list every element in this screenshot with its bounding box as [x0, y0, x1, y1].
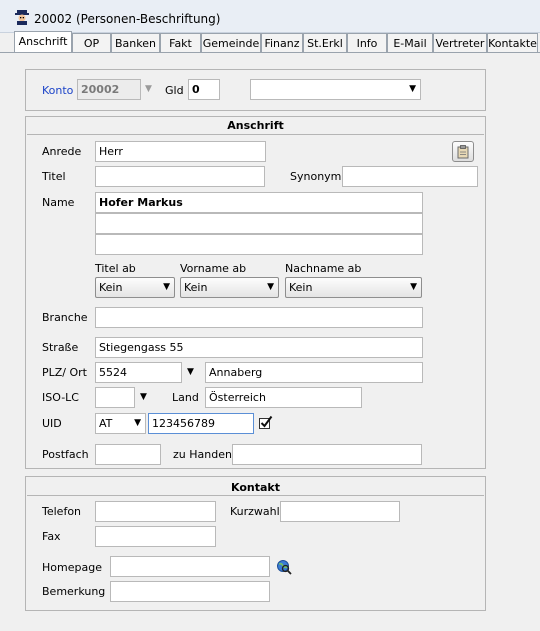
- tab-op[interactable]: OP: [72, 33, 111, 52]
- land-field[interactable]: Österreich: [205, 387, 362, 408]
- telefon-label: Telefon: [42, 505, 82, 518]
- fax-label: Fax: [42, 530, 61, 543]
- tab-fakt[interactable]: Fakt: [160, 33, 201, 52]
- iso-dropdown-icon[interactable]: ▼: [140, 392, 147, 402]
- anrede-label: Anrede: [42, 145, 82, 158]
- nachname-ab-label: Nachname ab: [285, 262, 362, 275]
- uid-label: UID: [42, 417, 62, 430]
- uid-field[interactable]: 123456789: [148, 413, 254, 434]
- name3-field[interactable]: [95, 234, 423, 255]
- vorname-ab-value: Kein: [184, 281, 208, 294]
- titel-label: Titel: [42, 170, 66, 183]
- name2-field[interactable]: [95, 213, 423, 234]
- synonym-field[interactable]: [342, 166, 478, 187]
- kurzwahl-label: Kurzwahl: [230, 505, 280, 518]
- konto-dropdown-icon[interactable]: ▼: [145, 84, 152, 94]
- branche-field[interactable]: [95, 307, 423, 328]
- land-label: Land: [172, 391, 199, 404]
- iso-lc-field[interactable]: [95, 387, 135, 408]
- zu-handen-label: zu Handen: [173, 448, 232, 461]
- tab-info[interactable]: Info: [347, 33, 387, 52]
- postfach-label: Postfach: [42, 448, 89, 461]
- synonym-label: Synonym: [290, 170, 342, 183]
- ort-field[interactable]: Annaberg: [205, 362, 423, 383]
- name-label: Name: [42, 196, 75, 209]
- app-person-icon: [15, 10, 29, 25]
- postfach-field[interactable]: [95, 444, 161, 465]
- plz-ort-label: PLZ/ Ort: [42, 366, 87, 379]
- tab-banken[interactable]: Banken: [111, 33, 160, 52]
- vorname-ab-select[interactable]: Kein ▼: [180, 277, 279, 298]
- tab-gemeinde[interactable]: Gemeinde: [201, 33, 261, 52]
- bemerkung-field[interactable]: [110, 581, 270, 602]
- homepage-label: Homepage: [42, 561, 102, 574]
- globe-search-icon[interactable]: [276, 559, 292, 575]
- uid-country-select[interactable]: AT ▼: [95, 413, 146, 434]
- anschrift-title: Anschrift: [227, 119, 284, 132]
- uid-check-icon[interactable]: [258, 415, 273, 430]
- bemerkung-label: Bemerkung: [42, 585, 106, 598]
- kurzwahl-field[interactable]: [280, 501, 400, 522]
- chevron-down-icon: ▼: [410, 282, 417, 292]
- uid-country-value: AT: [99, 417, 113, 430]
- anschrift-divider: [27, 134, 484, 135]
- window-title: 20002 (Personen-Beschriftung): [34, 12, 221, 26]
- chevron-down-icon: ▼: [163, 282, 170, 292]
- fax-field[interactable]: [95, 526, 216, 547]
- name1-field[interactable]: Hofer Markus: [95, 192, 423, 213]
- tab-finanz[interactable]: Finanz: [261, 33, 303, 52]
- clipboard-icon: [457, 145, 469, 159]
- titel-ab-select[interactable]: Kein ▼: [95, 277, 175, 298]
- tab-kontakte[interactable]: Kontakte: [487, 33, 538, 52]
- konto-select[interactable]: ▼: [250, 79, 421, 100]
- gld-field[interactable]: 0: [188, 79, 220, 100]
- zu-handen-field[interactable]: [232, 444, 422, 465]
- kontakt-divider: [27, 495, 484, 496]
- branche-label: Branche: [42, 311, 88, 324]
- nachname-ab-value: Kein: [289, 281, 313, 294]
- chevron-down-icon: ▼: [267, 282, 274, 292]
- telefon-field[interactable]: [95, 501, 216, 522]
- strasse-label: Straße: [42, 341, 79, 354]
- vorname-ab-label: Vorname ab: [180, 262, 247, 275]
- window-titlebar: 20002 (Personen-Beschriftung): [0, 0, 540, 33]
- titel-ab-label: Titel ab: [95, 262, 136, 275]
- kontakt-title: Kontakt: [231, 481, 280, 494]
- strasse-field[interactable]: Stiegengass 55: [95, 337, 423, 358]
- chevron-down-icon: ▼: [134, 418, 141, 428]
- tab-anschrift[interactable]: Anschrift: [14, 31, 72, 52]
- titel-field[interactable]: [95, 166, 265, 187]
- konto-field[interactable]: 20002: [77, 79, 141, 100]
- konto-label: Konto: [42, 84, 74, 97]
- anrede-field[interactable]: Herr: [95, 141, 266, 162]
- plz-field[interactable]: 5524: [95, 362, 182, 383]
- homepage-field[interactable]: [110, 556, 270, 577]
- tab-vertreter[interactable]: Vertreter: [433, 33, 487, 52]
- plz-dropdown-icon[interactable]: ▼: [187, 367, 194, 377]
- nachname-ab-select[interactable]: Kein ▼: [285, 277, 422, 298]
- clipboard-button[interactable]: [452, 141, 474, 162]
- tab-sterkl[interactable]: St.Erkl: [303, 33, 347, 52]
- tab-email[interactable]: E-Mail: [387, 33, 433, 52]
- iso-lc-label: ISO-LC: [42, 391, 79, 404]
- gld-label: Gld: [165, 84, 184, 97]
- chevron-down-icon: ▼: [409, 84, 416, 94]
- titel-ab-value: Kein: [99, 281, 123, 294]
